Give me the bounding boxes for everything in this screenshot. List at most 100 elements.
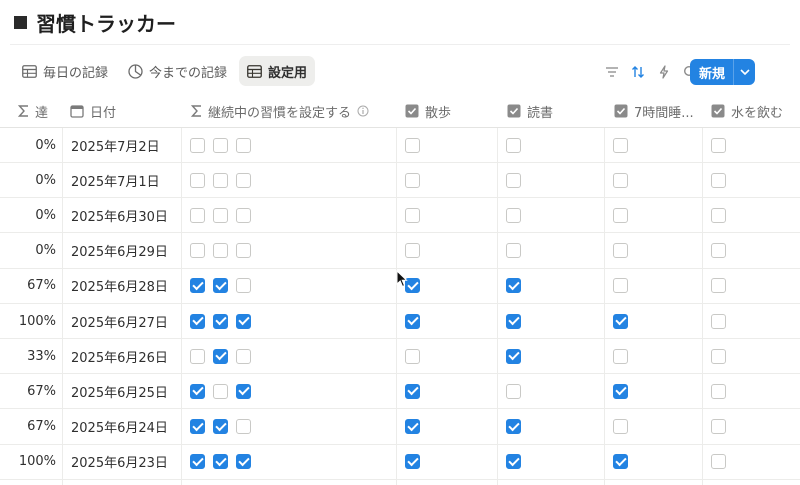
streak-checkbox[interactable]: [190, 419, 205, 435]
water-checkbox[interactable]: [711, 383, 726, 399]
sleep-checkbox[interactable]: [613, 207, 628, 223]
date-cell[interactable]: 2025年7月2日: [71, 128, 160, 162]
streak-checkbox[interactable]: [213, 278, 228, 294]
lightning-icon[interactable]: [651, 59, 677, 85]
streak-checkbox[interactable]: [213, 243, 228, 259]
read-cell[interactable]: [506, 269, 521, 303]
streak-checkbox[interactable]: [213, 383, 228, 399]
water-cell[interactable]: [711, 339, 726, 373]
water-checkbox[interactable]: [711, 207, 726, 223]
column-header-sleep[interactable]: 7時間睡...: [614, 94, 702, 128]
read-cell[interactable]: [506, 339, 521, 373]
read-checkbox[interactable]: [506, 348, 521, 364]
read-cell[interactable]: [506, 163, 521, 197]
streak-checkbox[interactable]: [236, 278, 251, 294]
walk-checkbox[interactable]: [405, 454, 420, 470]
column-header-water[interactable]: 水を飲む: [711, 94, 800, 128]
view-tab-daily[interactable]: 毎日の記録: [14, 56, 116, 86]
streak-cell[interactable]: [190, 234, 251, 268]
table-row[interactable]: 67% 2025年6月24日: [0, 410, 800, 445]
water-cell[interactable]: [711, 410, 726, 444]
sleep-cell[interactable]: [613, 374, 628, 408]
water-cell[interactable]: [711, 234, 726, 268]
walk-checkbox[interactable]: [405, 348, 420, 364]
read-cell[interactable]: [506, 410, 521, 444]
date-cell[interactable]: 2025年6月29日: [71, 234, 168, 268]
walk-checkbox[interactable]: [405, 172, 420, 188]
sleep-cell[interactable]: [613, 163, 628, 197]
sleep-checkbox[interactable]: [613, 278, 628, 294]
streak-cell[interactable]: [190, 128, 251, 162]
water-checkbox[interactable]: [711, 243, 726, 259]
sleep-checkbox[interactable]: [613, 454, 628, 470]
read-cell[interactable]: [506, 445, 521, 479]
water-cell[interactable]: [711, 374, 726, 408]
water-cell[interactable]: [711, 269, 726, 303]
water-cell[interactable]: [711, 198, 726, 232]
walk-cell[interactable]: [405, 163, 420, 197]
walk-checkbox[interactable]: [405, 383, 420, 399]
water-checkbox[interactable]: [711, 137, 726, 153]
sleep-cell[interactable]: [613, 304, 628, 338]
streak-cell[interactable]: [190, 163, 251, 197]
read-checkbox[interactable]: [506, 207, 521, 223]
read-checkbox[interactable]: [506, 383, 521, 399]
sleep-checkbox[interactable]: [613, 383, 628, 399]
sleep-cell[interactable]: [613, 269, 628, 303]
walk-cell[interactable]: [405, 128, 420, 162]
streak-checkbox[interactable]: [236, 348, 251, 364]
table-row[interactable]: 0% 2025年6月30日: [0, 198, 800, 234]
table-row[interactable]: 67% 2025年6月25日: [0, 374, 800, 410]
sleep-cell[interactable]: [613, 128, 628, 162]
walk-cell[interactable]: [405, 410, 420, 444]
column-header-date[interactable]: 日付: [70, 94, 178, 128]
new-button[interactable]: 新規: [690, 59, 755, 85]
date-cell[interactable]: 2025年6月30日: [71, 198, 168, 232]
table-row[interactable]: 0% 2025年6月29日: [0, 234, 800, 269]
sleep-checkbox[interactable]: [613, 137, 628, 153]
sleep-cell[interactable]: [613, 339, 628, 373]
streak-checkbox[interactable]: [213, 419, 228, 435]
water-checkbox[interactable]: [711, 454, 726, 470]
walk-checkbox[interactable]: [405, 137, 420, 153]
column-header-walk[interactable]: 散歩: [405, 94, 495, 128]
read-checkbox[interactable]: [506, 172, 521, 188]
read-cell[interactable]: [506, 374, 521, 408]
water-cell[interactable]: [711, 128, 726, 162]
view-tab-history[interactable]: 今までの記録: [120, 56, 235, 86]
streak-checkbox[interactable]: [213, 137, 228, 153]
water-checkbox[interactable]: [711, 419, 726, 435]
streak-checkbox[interactable]: [213, 172, 228, 188]
streak-cell[interactable]: [190, 198, 251, 232]
column-header-streak[interactable]: 継続中の習慣を設定する: [191, 94, 391, 128]
info-icon[interactable]: [357, 105, 369, 117]
streak-checkbox[interactable]: [190, 243, 205, 259]
read-checkbox[interactable]: [506, 137, 521, 153]
streak-checkbox[interactable]: [190, 137, 205, 153]
streak-checkbox[interactable]: [190, 172, 205, 188]
walk-checkbox[interactable]: [405, 313, 420, 329]
table-row[interactable]: 0% 2025年7月2日: [0, 128, 800, 163]
sleep-checkbox[interactable]: [613, 419, 628, 435]
column-header-read[interactable]: 読書: [507, 94, 602, 128]
streak-checkbox[interactable]: [236, 207, 251, 223]
water-checkbox[interactable]: [711, 278, 726, 294]
streak-checkbox[interactable]: [236, 383, 251, 399]
streak-checkbox[interactable]: [236, 137, 251, 153]
date-cell[interactable]: 2025年6月25日: [71, 374, 168, 408]
walk-cell[interactable]: [405, 445, 420, 479]
streak-checkbox[interactable]: [236, 172, 251, 188]
date-cell[interactable]: 2025年6月23日: [71, 445, 168, 479]
date-cell[interactable]: 2025年6月24日: [71, 410, 168, 444]
date-cell[interactable]: 2025年6月28日: [71, 269, 168, 303]
walk-checkbox[interactable]: [405, 419, 420, 435]
water-checkbox[interactable]: [711, 172, 726, 188]
streak-checkbox[interactable]: [190, 454, 205, 470]
table-row[interactable]: 33% 2025年6月26日: [0, 339, 800, 375]
read-cell[interactable]: [506, 304, 521, 338]
chevron-down-icon[interactable]: [733, 59, 755, 85]
read-checkbox[interactable]: [506, 243, 521, 259]
streak-cell[interactable]: [190, 304, 251, 338]
streak-cell[interactable]: [190, 410, 251, 444]
streak-checkbox[interactable]: [213, 207, 228, 223]
